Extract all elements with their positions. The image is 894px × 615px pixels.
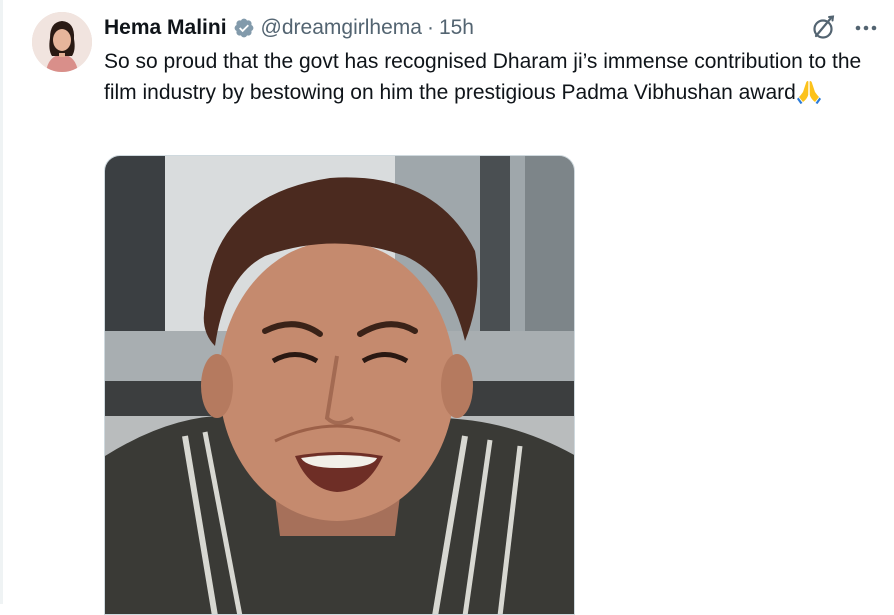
timeline-divider bbox=[0, 0, 3, 604]
grok-icon[interactable] bbox=[810, 14, 838, 42]
more-options-icon[interactable] bbox=[852, 14, 880, 42]
tweet-header: Hema Malini @dreamgirlhema · 15h bbox=[104, 12, 474, 44]
avatar[interactable] bbox=[32, 12, 92, 72]
tweet-text: So so proud that the govt has recognised… bbox=[104, 46, 884, 108]
verified-badge-icon[interactable] bbox=[233, 17, 255, 39]
tweet-photo[interactable] bbox=[104, 155, 575, 615]
tweet-actions bbox=[810, 14, 880, 42]
tweet-timestamp[interactable]: 15h bbox=[439, 16, 474, 40]
photo-of-smiling-man bbox=[105, 156, 574, 614]
folded-hands-icon bbox=[796, 78, 822, 104]
author-handle[interactable]: @dreamgirlhema bbox=[261, 16, 422, 40]
tweet-text-content: So so proud that the govt has recognised… bbox=[104, 50, 868, 104]
author-display-name[interactable]: Hema Malini bbox=[104, 16, 227, 40]
tweet[interactable]: Hema Malini @dreamgirlhema · 15h So so p… bbox=[0, 0, 894, 615]
avatar-photo bbox=[32, 12, 92, 72]
separator-dot: · bbox=[426, 16, 434, 39]
